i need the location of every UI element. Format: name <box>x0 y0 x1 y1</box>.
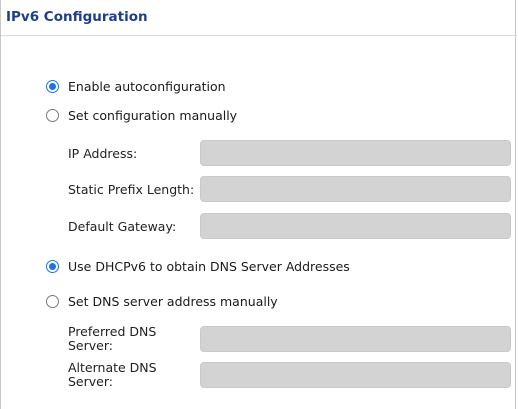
radio-set-configuration-manually[interactable]: Set configuration manually <box>46 108 237 123</box>
alternate-dns-label: Alternate DNS Server: <box>68 361 157 389</box>
radio-label: Set DNS server address manually <box>68 294 278 309</box>
radio-label: Enable autoconfiguration <box>68 79 226 94</box>
preferred-dns-label-line2: Server: <box>68 338 113 353</box>
radio-set-dns-manually[interactable]: Set DNS server address manually <box>46 294 278 309</box>
default-gateway-label: Default Gateway: <box>68 219 177 234</box>
ip-address-field[interactable] <box>200 140 511 166</box>
radio-label: Set configuration manually <box>68 108 238 123</box>
radio-use-dhcpv6-dns[interactable]: Use DHCPv6 to obtain DNS Server Addresse… <box>46 259 350 274</box>
radio-enable-autoconfiguration[interactable]: Enable autoconfiguration <box>46 79 226 94</box>
section-title: IPv6 Configuration <box>6 9 148 25</box>
ipv6-config-panel: IPv6 Configuration Enable autoconfigurat… <box>0 0 517 409</box>
default-gateway-field[interactable] <box>200 213 511 239</box>
alternate-dns-label-line2: Server: <box>68 374 113 389</box>
preferred-dns-label: Preferred DNS Server: <box>68 325 156 353</box>
static-prefix-length-field[interactable] <box>200 176 511 202</box>
radio-label: Use DHCPv6 to obtain DNS Server Addresse… <box>68 259 350 274</box>
static-prefix-length-label: Static Prefix Length: <box>68 182 195 197</box>
title-divider <box>1 35 517 36</box>
ip-address-label: IP Address: <box>68 146 138 161</box>
preferred-dns-label-line1: Preferred DNS <box>68 324 157 339</box>
alternate-dns-label-line1: Alternate DNS <box>68 360 157 375</box>
radio-button-icon[interactable] <box>46 80 59 93</box>
radio-button-icon[interactable] <box>46 109 59 122</box>
radio-button-icon[interactable] <box>46 295 59 308</box>
preferred-dns-field[interactable] <box>200 326 511 352</box>
radio-button-icon[interactable] <box>46 260 59 273</box>
alternate-dns-field[interactable] <box>200 362 511 388</box>
